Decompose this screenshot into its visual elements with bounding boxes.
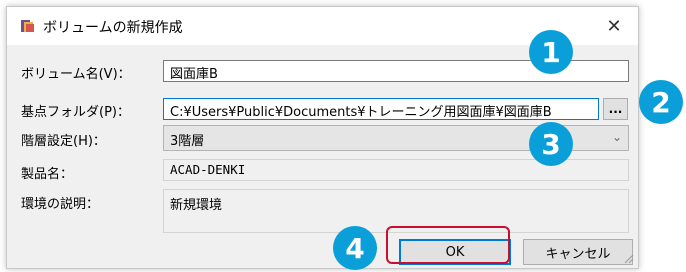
env-description-label: 環境の説明： <box>21 197 100 212</box>
callout-badge-2: 2 <box>639 80 683 124</box>
close-icon[interactable]: ✕ <box>600 12 628 40</box>
base-folder-label: 基点フォルダ(P)： <box>21 105 130 120</box>
window-title: ボリュームの新規作成 <box>43 20 183 36</box>
app-icon <box>21 20 34 32</box>
ok-button-highlight <box>386 226 510 264</box>
resize-grip-icon[interactable] <box>622 252 634 264</box>
product-name-label: 製品名： <box>21 167 74 182</box>
base-folder-input[interactable]: C:¥Users¥Public¥Documents¥トレーニング用図面庫¥図面庫… <box>163 98 599 120</box>
callout-badge-3: 3 <box>529 122 573 166</box>
callout-badge-4: 4 <box>333 226 377 270</box>
callout-badge-1: 1 <box>529 30 573 74</box>
volume-name-label: ボリューム名(V)： <box>21 67 131 82</box>
browse-button[interactable]: ... <box>603 98 628 120</box>
cancel-button[interactable]: キャンセル <box>523 239 633 265</box>
hierarchy-label: 階層設定(H)： <box>21 134 106 149</box>
hierarchy-value: 3階層 <box>170 134 205 149</box>
chevron-down-icon: ⌄ <box>611 130 622 144</box>
